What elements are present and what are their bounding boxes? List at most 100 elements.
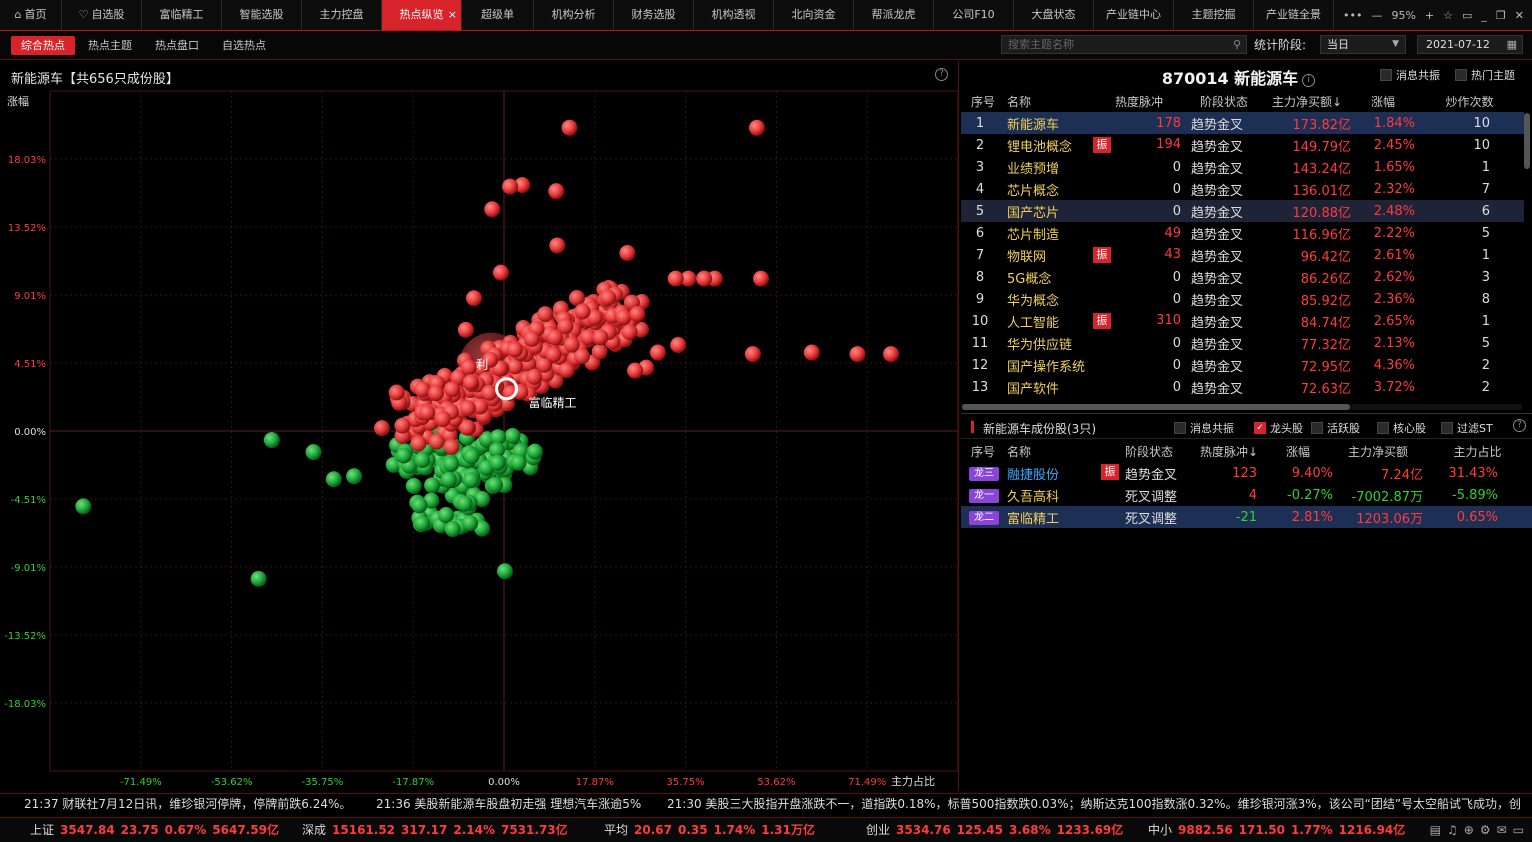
theme-search-input[interactable]: 搜索主题名称 ⚲ (1001, 35, 1247, 54)
tab-12[interactable]: 公司F10 (934, 0, 1014, 30)
theme-name[interactable]: 人工智能 (1007, 310, 1093, 332)
theme-table-hscrollbar[interactable] (962, 404, 1522, 410)
index-quote[interactable]: 上证 3547.84 23.75 0.67% 5647.59亿 (30, 818, 279, 842)
tab-5[interactable]: 热点纵览 × (382, 0, 462, 30)
tab-4[interactable]: 主力控盘 (302, 0, 382, 30)
stock-name-cell[interactable]: 久吾高科 (1007, 484, 1125, 506)
theme-row[interactable]: 7 物联网振 43 趋势金叉 96.42亿 2.61% 1 (961, 244, 1524, 266)
theme-name[interactable]: 锂电池概念 (1007, 134, 1093, 156)
close-tab-icon[interactable]: × (448, 0, 457, 30)
col-header[interactable]: 序号 (961, 440, 1007, 462)
help-icon[interactable]: ? (935, 68, 948, 81)
restore-icon[interactable]: ❐ (1496, 9, 1506, 22)
theme-row[interactable]: 13 国产软件 0 趋势金叉 72.63亿 3.72% 2 (961, 376, 1524, 398)
subtab-themes[interactable]: 热点主题 (78, 36, 142, 55)
index-quote[interactable]: 平均 20.67 0.35 1.74% 1.31万亿 (604, 818, 815, 842)
subtab-overall[interactable]: 综合热点 (11, 36, 75, 55)
col-header[interactable]: 热度脉冲 (1093, 90, 1185, 112)
news-ticker[interactable]: 21:37 财联社7月12日讯，维珍银河停牌，停牌前跌6.24%。 21:36 … (0, 793, 1532, 816)
zoom-out-icon[interactable]: — (1371, 9, 1382, 22)
theme-name[interactable]: 国产芯片 (1007, 200, 1093, 222)
tab-6[interactable]: 超级单 (462, 0, 534, 30)
tab-15[interactable]: 主题挖掘 (1174, 0, 1254, 30)
component-row[interactable]: 龙二 富临精工 死叉调整 -21 2.81% 1203.06万 0.65% (961, 506, 1532, 528)
component-filter-check[interactable]: 消息共振 (1174, 420, 1234, 436)
tab-10[interactable]: 北向资金 (774, 0, 854, 30)
theme-name[interactable]: 芯片制造 (1007, 222, 1093, 244)
col-header[interactable]: 名称 (1007, 90, 1093, 112)
star-icon[interactable]: ☆ (1443, 9, 1453, 22)
theme-name[interactable]: 业绩预增 (1007, 156, 1093, 178)
subtab-watchlist[interactable]: 自选热点 (212, 36, 276, 55)
news-item[interactable]: 21:36 美股新能源车股盘初走强 理想汽车涨逾5% (376, 794, 641, 815)
tab-2[interactable]: 富临精工 (142, 0, 222, 30)
theme-name[interactable]: 华为概念 (1007, 288, 1093, 310)
component-filter-check[interactable]: 活跃股 (1311, 420, 1360, 436)
component-filter-check[interactable]: 核心股 (1377, 420, 1426, 436)
theme-row[interactable]: 9 华为概念 0 趋势金叉 85.92亿 2.36% 8 (961, 288, 1524, 310)
tab-8[interactable]: 财务选股 (614, 0, 694, 30)
hot-theme-check[interactable]: 热门主题 (1455, 67, 1515, 83)
col-header[interactable]: 阶段状态 (1185, 90, 1263, 112)
stock-name[interactable]: 融捷股份 (1007, 468, 1059, 483)
news-item[interactable]: 21:37 财联社7月12日讯，维珍银河停牌，停牌前跌6.24%。 (24, 794, 351, 815)
tab-3[interactable]: 智能选股 (222, 0, 302, 30)
news-item[interactable]: 21:30 美股三大股指开盘涨跌不一，道指跌0.18%，标普500指数跌0.03… (667, 794, 1521, 815)
component-filter-check[interactable]: ✓ 龙头股 (1254, 420, 1303, 436)
news-resonance-check[interactable]: 消息共振 (1380, 67, 1440, 83)
theme-name[interactable]: 国产操作系统 (1007, 354, 1093, 376)
theme-name[interactable]: 华为供应链 (1007, 332, 1093, 354)
col-header[interactable]: 涨幅 (1351, 90, 1415, 112)
theme-name[interactable]: 5G概念 (1007, 266, 1093, 288)
component-row[interactable]: 龙一 久吾高科 死叉调整 4 -0.27% -7002.87万 -5.89% (961, 484, 1532, 506)
col-header[interactable]: 主力占比 (1423, 440, 1532, 462)
theme-table-scrollbar[interactable] (1524, 113, 1530, 169)
theme-name[interactable]: 国产软件 (1007, 376, 1093, 398)
col-header[interactable]: 涨幅 (1263, 440, 1333, 462)
col-header[interactable]: 名称 (1007, 440, 1125, 462)
zoom-in-icon[interactable]: + (1425, 9, 1434, 22)
scatter-chart[interactable]: -71.49% -53.62% -35.75% -17.87% 0.00% 17.87% 3… (0, 61, 958, 791)
stock-name-cell[interactable]: 富临精工 (1007, 506, 1125, 528)
theme-name[interactable]: 物联网 (1007, 244, 1093, 266)
tab-9[interactable]: 机构透视 (694, 0, 774, 30)
tab-14[interactable]: 产业链中心 (1094, 0, 1174, 30)
date-picker[interactable]: 2021-07-12 ▦ (1417, 35, 1523, 54)
minimize-icon[interactable]: _ (1481, 9, 1487, 22)
col-header[interactable]: 主力净买额↓ (1263, 90, 1351, 112)
index-quote[interactable]: 中小 9882.56 171.50 1.77% 1216.94亿 (1148, 818, 1405, 842)
col-header[interactable]: 主力净买额 (1333, 440, 1423, 462)
theme-row[interactable]: 12 国产操作系统 0 趋势金叉 72.95亿 4.36% 2 (961, 354, 1524, 376)
theme-row[interactable]: 11 华为供应链 0 趋势金叉 77.32亿 2.13% 5 (961, 332, 1524, 354)
component-row[interactable]: 龙三 融捷股份 振趋势金叉 123 9.40% 7.24亿 31.43% (961, 462, 1532, 484)
stat-period-select[interactable]: 当日 ▼ (1320, 35, 1406, 54)
stock-name[interactable]: 久吾高科 (1007, 490, 1059, 505)
component-filter-check[interactable]: 过滤ST (1441, 420, 1493, 436)
tab-11[interactable]: 帮派龙虎 (854, 0, 934, 30)
theme-row[interactable]: 3 业绩预增 0 趋势金叉 143.24亿 1.65% 1 (961, 156, 1524, 178)
settings-icon[interactable]: ⚙ (1480, 818, 1491, 842)
theme-row[interactable]: 10 人工智能振 310 趋势金叉 84.74亿 2.65% 1 (961, 310, 1524, 332)
theme-name[interactable]: 芯片概念 (1007, 178, 1093, 200)
col-header[interactable]: 炒作次数 (1415, 90, 1524, 112)
tab-0[interactable]: ⌂ 首页 (0, 0, 62, 30)
theme-row[interactable]: 5 国产芯片 0 趋势金叉 120.88亿 2.48% 6 (961, 200, 1524, 222)
theme-name[interactable]: 新能源车 (1007, 112, 1093, 134)
tab-1[interactable]: ♡ 自选股 (62, 0, 142, 30)
search-icon[interactable]: ⚲ (1233, 36, 1241, 53)
close-icon[interactable]: ✕ (1515, 9, 1524, 22)
help-icon[interactable]: ? (1513, 419, 1526, 432)
mail-icon[interactable]: ✉ (1497, 818, 1507, 842)
tab-7[interactable]: 机构分析 (534, 0, 614, 30)
tab-16[interactable]: 产业链全景 (1254, 0, 1334, 30)
theme-row[interactable]: 4 芯片概念 0 趋势金叉 136.01亿 2.32% 7 (961, 178, 1524, 200)
col-header[interactable]: 热度脉冲↓ (1195, 440, 1263, 462)
info-icon[interactable]: i (1302, 74, 1316, 87)
theme-row[interactable]: 8 5G概念 0 趋势金叉 86.26亿 2.62% 3 (961, 266, 1524, 288)
theme-row[interactable]: 2 锂电池概念振 194 趋势金叉 149.79亿 2.45% 10 (961, 134, 1524, 156)
theme-row[interactable]: 6 芯片制造 49 趋势金叉 116.96亿 2.22% 5 (961, 222, 1524, 244)
stock-name-cell[interactable]: 融捷股份 振 (1007, 462, 1125, 484)
subtab-board[interactable]: 热点盘口 (145, 36, 209, 55)
calendar-icon[interactable]: ▤ (1430, 818, 1441, 842)
col-header[interactable]: 阶段状态 (1125, 440, 1195, 462)
